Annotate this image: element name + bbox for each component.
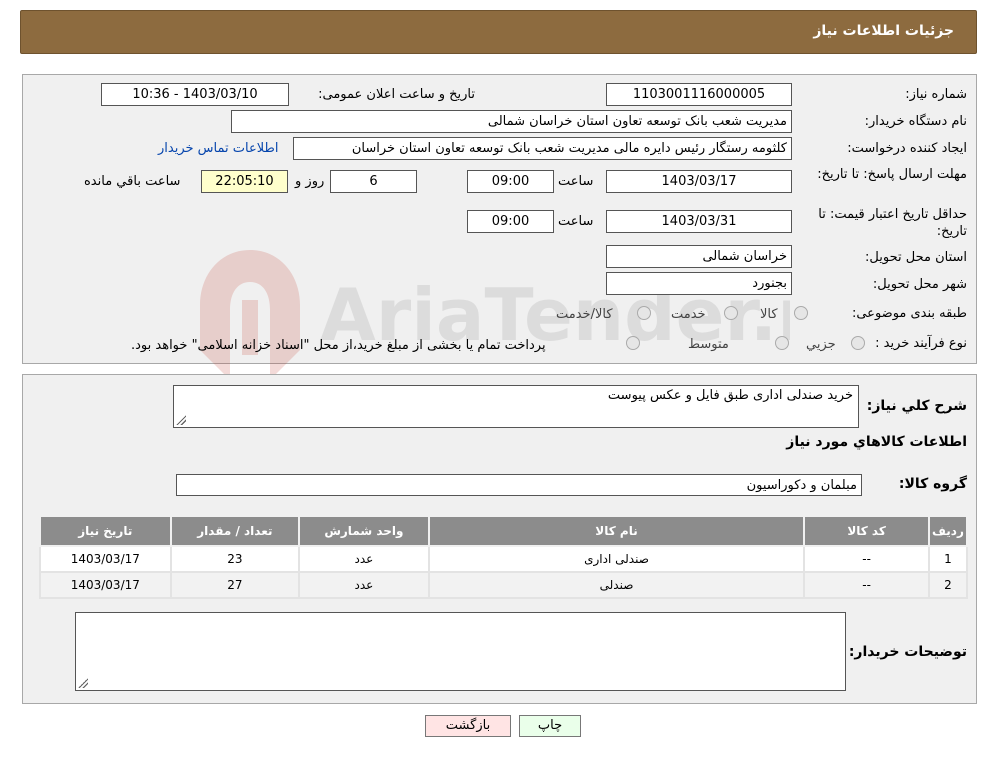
deadline-time-label: ساعت bbox=[558, 174, 594, 189]
city-field: بجنورد bbox=[606, 272, 792, 295]
validity-time-field: 09:00 bbox=[467, 210, 554, 233]
process-label: نوع فرآیند خرید : bbox=[875, 336, 967, 351]
announce-field: 1403/03/10 - 10:36 bbox=[101, 83, 289, 106]
cell-unit: عدد bbox=[298, 571, 430, 599]
col-row-number: رديف bbox=[927, 515, 969, 547]
description-resize-handle[interactable] bbox=[176, 415, 186, 425]
goods-info-title: اطلاعات کالاهاي مورد نياز bbox=[786, 434, 967, 450]
cell-row-number: 2 bbox=[927, 571, 969, 599]
buyer-notes-label: توضيحات خريدار: bbox=[848, 644, 967, 660]
process-note: پرداخت تمام یا بخشی از مبلغ خرید،از محل … bbox=[131, 338, 546, 353]
page-title: جزئیات اطلاعات نیاز bbox=[813, 23, 954, 39]
cell-need-date: 1403/03/17 bbox=[39, 571, 172, 599]
cell-goods-name: صندلی bbox=[427, 571, 806, 599]
creator-field: کلثومه رستگار رئیس دایره مالی مدیریت شعب… bbox=[293, 137, 792, 160]
cell-row-number: 1 bbox=[927, 545, 969, 573]
cell-goods-code: -- bbox=[803, 545, 930, 573]
buyer-org-label: نام دستگاه خریدار: bbox=[864, 114, 967, 129]
description-label: شرح کلي نياز: bbox=[866, 398, 967, 414]
buyer-contact-link[interactable]: اطلاعات تماس خریدار bbox=[158, 141, 278, 156]
deadline-time-field: 09:00 bbox=[467, 170, 554, 193]
category-label: طبقه بندی موضوعی: bbox=[851, 306, 967, 321]
city-label: شهر محل تحویل: bbox=[872, 277, 967, 292]
process-medium-label: متوسط bbox=[688, 337, 729, 352]
need-number-label: شماره نیاز: bbox=[905, 87, 967, 102]
province-label: استان محل تحویل: bbox=[865, 250, 967, 265]
validity-label: حداقل تاریخ اعتبار قیمت: تا تاریخ: bbox=[818, 207, 967, 239]
category-both-label: کالا/خدمت bbox=[556, 307, 613, 322]
col-goods-code: کد کالا bbox=[803, 515, 930, 547]
treasury-option-radio[interactable] bbox=[626, 336, 640, 350]
process-minor-label: جزیي bbox=[806, 337, 836, 352]
category-goods-label: کالا bbox=[760, 307, 778, 322]
goods-table: رديف کد کالا نام کالا واحد شمارش تعداد /… bbox=[39, 515, 969, 599]
province-field: خراسان شمالی bbox=[606, 245, 792, 268]
need-number-field: 1103001116000005 bbox=[606, 83, 792, 106]
validity-time-label: ساعت bbox=[558, 214, 594, 229]
category-goods-radio[interactable] bbox=[794, 306, 808, 320]
description-field: خرید صندلی اداری طبق فایل و عکس پیوست bbox=[173, 385, 859, 428]
buyer-notes-resize-handle[interactable] bbox=[78, 678, 88, 688]
days-label: روز و bbox=[295, 174, 325, 189]
col-need-date: تاريخ نياز bbox=[39, 515, 172, 547]
goods-group-field: مبلمان و دکوراسیون bbox=[176, 474, 862, 496]
back-button[interactable]: بازگشت bbox=[425, 715, 511, 737]
deadline-label: مهلت ارسال پاسخ: تا تاریخ: bbox=[817, 167, 967, 182]
buyer-notes-field bbox=[75, 612, 846, 691]
cell-need-date: 1403/03/17 bbox=[39, 545, 172, 573]
goods-table-wrap: رديف کد کالا نام کالا واحد شمارش تعداد /… bbox=[39, 515, 969, 599]
days-field: 6 bbox=[330, 170, 417, 193]
cell-quantity: 23 bbox=[169, 545, 301, 573]
page-header: جزئیات اطلاعات نیاز bbox=[20, 10, 977, 54]
category-service-label: خدمت bbox=[671, 307, 706, 322]
announce-label: تاریخ و ساعت اعلان عمومی: bbox=[318, 87, 475, 102]
cell-quantity: 27 bbox=[169, 571, 301, 599]
table-row: 1 -- صندلی اداری عدد 23 1403/03/17 bbox=[39, 545, 969, 573]
buyer-org-field: مدیریت شعب بانک توسعه تعاون استان خراسان… bbox=[231, 110, 792, 133]
cell-unit: عدد bbox=[298, 545, 430, 573]
deadline-date-field: 1403/03/17 bbox=[606, 170, 792, 193]
remaining-time-label: ساعت باقي مانده bbox=[84, 174, 181, 189]
goods-group-label: گروه کالا: bbox=[898, 476, 967, 492]
process-medium-radio[interactable] bbox=[775, 336, 789, 350]
col-quantity: تعداد / مقدار bbox=[169, 515, 301, 547]
cell-goods-code: -- bbox=[803, 571, 930, 599]
print-button[interactable]: چاپ bbox=[519, 715, 581, 737]
table-row: 2 -- صندلی عدد 27 1403/03/17 bbox=[39, 571, 969, 599]
goods-table-header: رديف کد کالا نام کالا واحد شمارش تعداد /… bbox=[39, 515, 969, 547]
cell-goods-name: صندلی اداری bbox=[427, 545, 806, 573]
category-both-radio[interactable] bbox=[637, 306, 651, 320]
col-unit: واحد شمارش bbox=[298, 515, 430, 547]
validity-date-field: 1403/03/31 bbox=[606, 210, 792, 233]
category-service-radio[interactable] bbox=[724, 306, 738, 320]
col-goods-name: نام کالا bbox=[427, 515, 806, 547]
process-minor-radio[interactable] bbox=[851, 336, 865, 350]
remaining-time-field: 22:05:10 bbox=[201, 170, 288, 193]
creator-label: ایجاد کننده درخواست: bbox=[847, 141, 967, 156]
